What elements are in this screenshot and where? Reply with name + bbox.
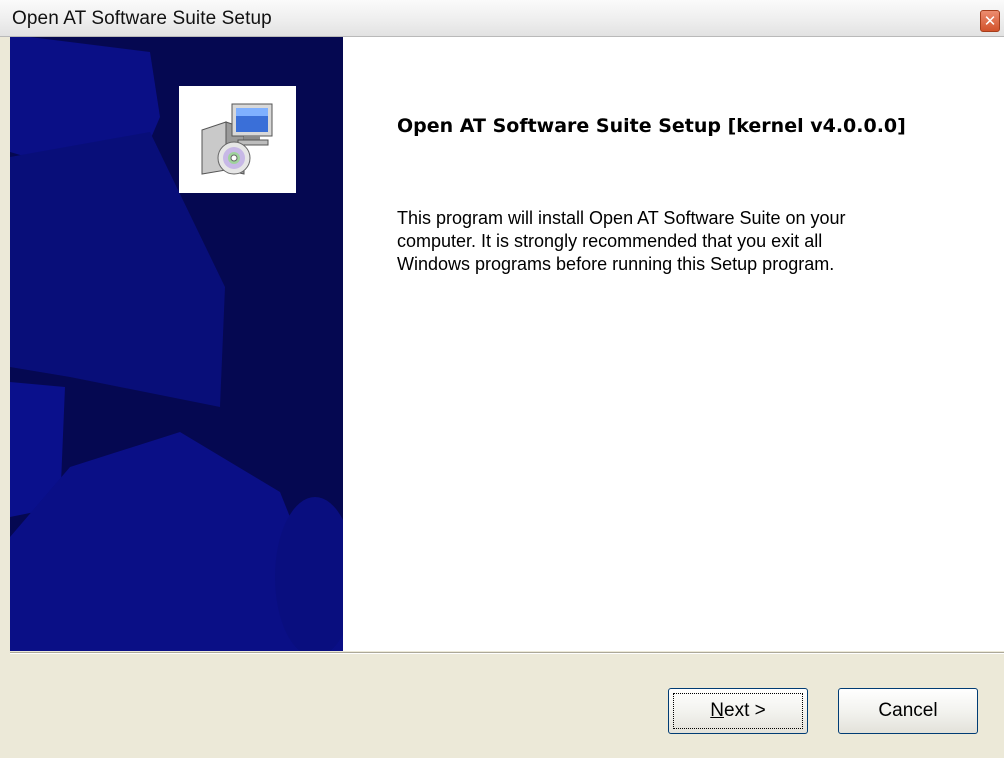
- setup-wizard-window: Open AT Software Suite Setup ✕ Open AT S…: [0, 0, 1004, 758]
- next-button[interactable]: Next >: [668, 688, 808, 734]
- window-title: Open AT Software Suite Setup: [12, 8, 272, 29]
- description-text: This program will install Open AT Softwa…: [397, 207, 957, 276]
- focus-rectangle: [673, 693, 803, 729]
- installer-computer-cd-icon: [201, 103, 273, 175]
- close-button[interactable]: ✕: [980, 10, 1000, 32]
- separator: [10, 652, 1004, 654]
- cancel-button[interactable]: Cancel: [838, 688, 978, 734]
- installer-icon-frame: [179, 86, 296, 193]
- description-line: Windows programs before running this Set…: [397, 254, 835, 274]
- description-line: This program will install Open AT Softwa…: [397, 208, 846, 228]
- cancel-button-label: Cancel: [878, 700, 938, 721]
- page-heading: Open AT Software Suite Setup [kernel v4.…: [397, 115, 906, 137]
- side-banner: [10, 37, 343, 651]
- title-bar[interactable]: Open AT Software Suite Setup ✕: [0, 0, 1004, 37]
- description-line: computer. It is strongly recommended tha…: [397, 231, 823, 251]
- close-icon: ✕: [983, 12, 997, 30]
